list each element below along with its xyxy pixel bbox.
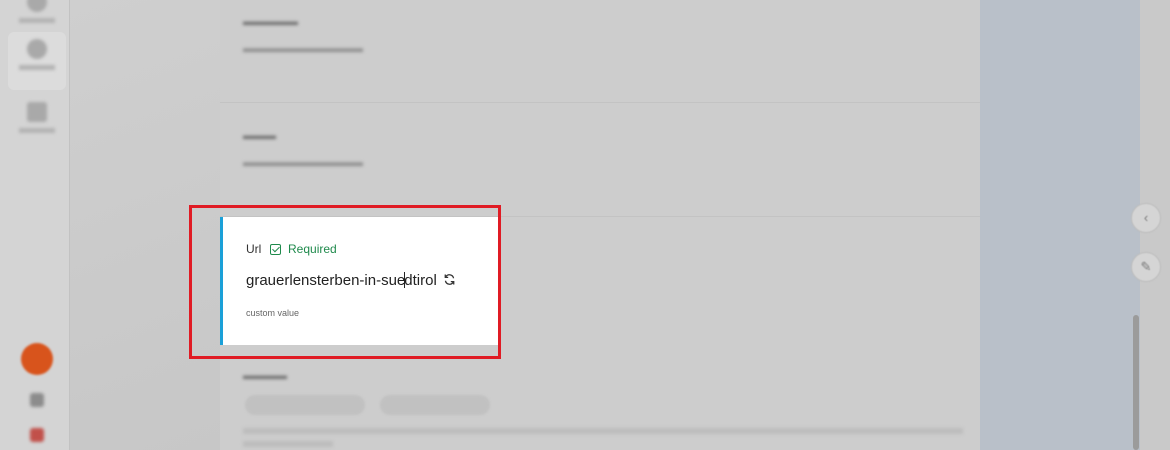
action-button[interactable] (21, 343, 53, 375)
layout-icon (27, 102, 47, 122)
sidebar-icon (27, 0, 47, 12)
settings-icon[interactable] (30, 393, 44, 407)
sidebar-item-label (19, 18, 55, 23)
blurred-label: ▬▬▬▬▬ (243, 16, 298, 28)
sidebar-item-label (19, 65, 55, 70)
right-panel (980, 0, 1140, 450)
blurred-label: ▬▬▬▬ (243, 370, 287, 382)
blurred-text-line (243, 428, 963, 434)
sidebar-item[interactable] (8, 0, 66, 23)
blurred-tag (380, 395, 490, 415)
highlight-frame (189, 205, 501, 359)
blurred-label: ▬▬▬ (243, 130, 276, 142)
blurred-text-line (243, 441, 333, 447)
globe-icon (27, 39, 47, 59)
pin-icon[interactable] (30, 428, 44, 442)
left-sidebar (0, 0, 70, 450)
sidebar-item-label (19, 128, 55, 133)
blurred-placeholder: ▬▬▬▬▬▬▬▬▬▬ (243, 155, 363, 169)
blurred-tag (245, 395, 365, 415)
scrollbar[interactable] (1133, 315, 1139, 450)
sidebar-item-active[interactable] (8, 32, 66, 90)
form-row: ▬▬▬ ▬▬▬▬▬▬▬▬▬▬ (220, 103, 980, 217)
chevron-left-icon[interactable]: ‹ (1131, 203, 1161, 233)
form-row: ▬▬▬▬▬ ▬▬▬▬▬▬▬▬▬▬ (220, 0, 980, 103)
blurred-placeholder: ▬▬▬▬▬▬▬▬▬▬ (243, 41, 363, 55)
sidebar-item[interactable] (8, 102, 66, 133)
pin-button-icon[interactable]: ✎ (1131, 252, 1161, 282)
